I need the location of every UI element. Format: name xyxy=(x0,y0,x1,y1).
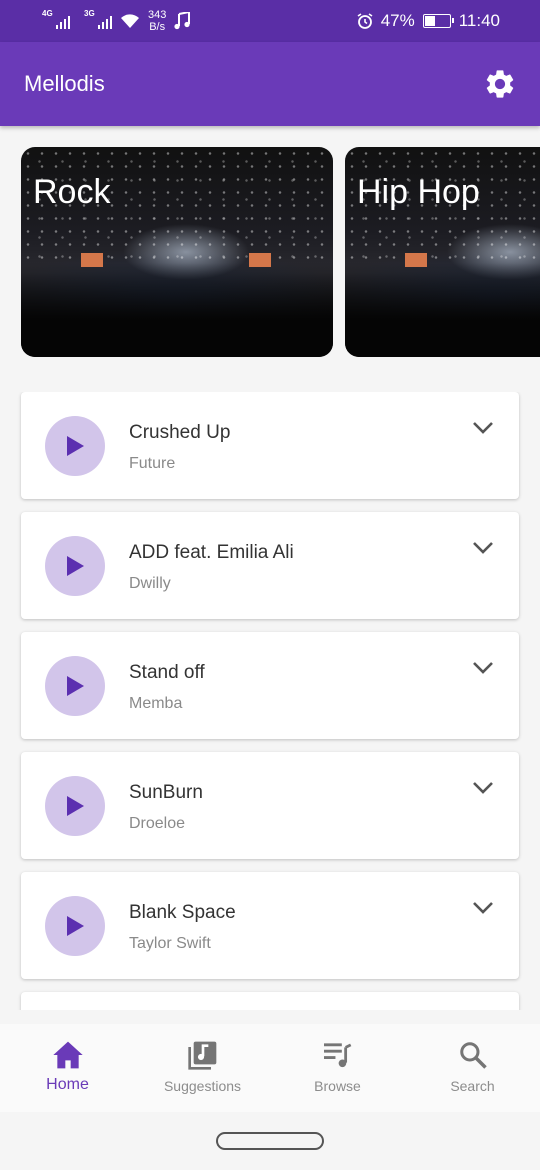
nav-label-browse: Browse xyxy=(314,1078,361,1094)
genre-card-hip-hop[interactable]: Hip Hop xyxy=(345,147,540,357)
status-left: 4G 3G 343 B/s xyxy=(42,9,191,33)
nav-label-search: Search xyxy=(450,1078,495,1094)
app-title: Mellodis xyxy=(24,71,105,96)
song-title: SunBurn xyxy=(129,782,203,803)
chevron-down-icon[interactable] xyxy=(471,538,495,558)
gear-icon xyxy=(486,70,514,98)
genre-label: Rock xyxy=(33,173,111,211)
play-button[interactable] xyxy=(45,776,105,836)
song-card[interactable]: SunBurn Droeloe xyxy=(21,752,519,859)
system-gesture-area xyxy=(0,1112,540,1170)
battery-percent: 47% xyxy=(380,11,415,30)
cell-signal-icon-2: 3G xyxy=(84,9,112,29)
nav-label-suggestions: Suggestions xyxy=(163,1078,242,1094)
play-button[interactable] xyxy=(45,656,105,716)
song-card[interactable]: Stand off Memba xyxy=(21,632,519,739)
music-library-icon xyxy=(186,1038,220,1072)
stage-light xyxy=(249,253,271,267)
playlist-icon xyxy=(321,1038,355,1072)
play-icon xyxy=(67,556,84,576)
song-artist: Memba xyxy=(129,695,183,712)
chevron-down-icon[interactable] xyxy=(471,898,495,918)
song-card-partial[interactable] xyxy=(21,992,519,1010)
nav-item-search[interactable]: Search xyxy=(405,1024,540,1112)
genre-card-rock[interactable]: Rock xyxy=(21,147,333,357)
chevron-down-icon[interactable] xyxy=(471,418,495,438)
play-icon xyxy=(67,916,84,936)
settings-button[interactable] xyxy=(480,64,520,104)
song-title: Blank Space xyxy=(129,902,236,923)
speed-unit: B/s xyxy=(149,21,166,33)
song-artist: Droeloe xyxy=(129,815,186,832)
play-icon xyxy=(67,436,84,456)
status-time: 11:40 xyxy=(458,11,500,30)
play-button[interactable] xyxy=(45,896,105,956)
bottom-navigation: Home Suggestions Browse Search xyxy=(0,1024,540,1112)
app-bar: Mellodis xyxy=(0,42,540,126)
alarm-icon xyxy=(357,13,373,29)
song-card[interactable]: Blank Space Taylor Swift xyxy=(21,872,519,979)
song-title: ADD feat. Emilia Ali xyxy=(129,542,294,563)
song-card[interactable]: Crushed Up Future xyxy=(21,392,519,499)
song-artist: Dwilly xyxy=(129,575,171,592)
genre-carousel[interactable]: Rock Hip Hop xyxy=(0,126,540,376)
song-list[interactable]: Crushed Up Future ADD feat. Emilia Ali D… xyxy=(0,392,540,1010)
song-title: Crushed Up xyxy=(129,422,231,443)
search-icon xyxy=(456,1038,490,1072)
speed-value: 343 xyxy=(148,9,167,21)
nav-item-home[interactable]: Home xyxy=(0,1024,135,1112)
status-right: 47% 11:40 xyxy=(357,11,500,31)
network-type-label-2: 3G xyxy=(84,9,95,18)
play-icon xyxy=(67,796,84,816)
song-artist: Taylor Swift xyxy=(129,935,211,952)
play-button[interactable] xyxy=(45,416,105,476)
stage-light xyxy=(405,253,427,267)
home-icon xyxy=(51,1038,85,1072)
song-title: Stand off xyxy=(129,662,205,683)
network-speed: 343 B/s xyxy=(148,9,166,33)
cell-signal-icon: 4G xyxy=(42,9,70,29)
chevron-down-icon[interactable] xyxy=(471,778,495,798)
stage-light xyxy=(81,253,103,267)
nav-item-suggestions[interactable]: Suggestions xyxy=(135,1024,270,1112)
wifi-icon xyxy=(121,14,139,28)
nav-item-browse[interactable]: Browse xyxy=(270,1024,405,1112)
play-button[interactable] xyxy=(45,536,105,596)
chevron-down-icon[interactable] xyxy=(471,658,495,678)
network-type-label: 4G xyxy=(42,9,53,18)
nav-label-home: Home xyxy=(46,1076,89,1093)
home-gesture-pill[interactable] xyxy=(216,1132,324,1150)
genre-label: Hip Hop xyxy=(357,173,480,211)
play-icon xyxy=(67,676,84,696)
song-artist: Future xyxy=(129,455,176,472)
song-card[interactable]: ADD feat. Emilia Ali Dwilly xyxy=(21,512,519,619)
status-bar: 4G 3G 343 B/s 47% 11:40 xyxy=(0,0,540,42)
music-note-icon xyxy=(174,12,191,30)
battery-icon xyxy=(422,14,454,28)
